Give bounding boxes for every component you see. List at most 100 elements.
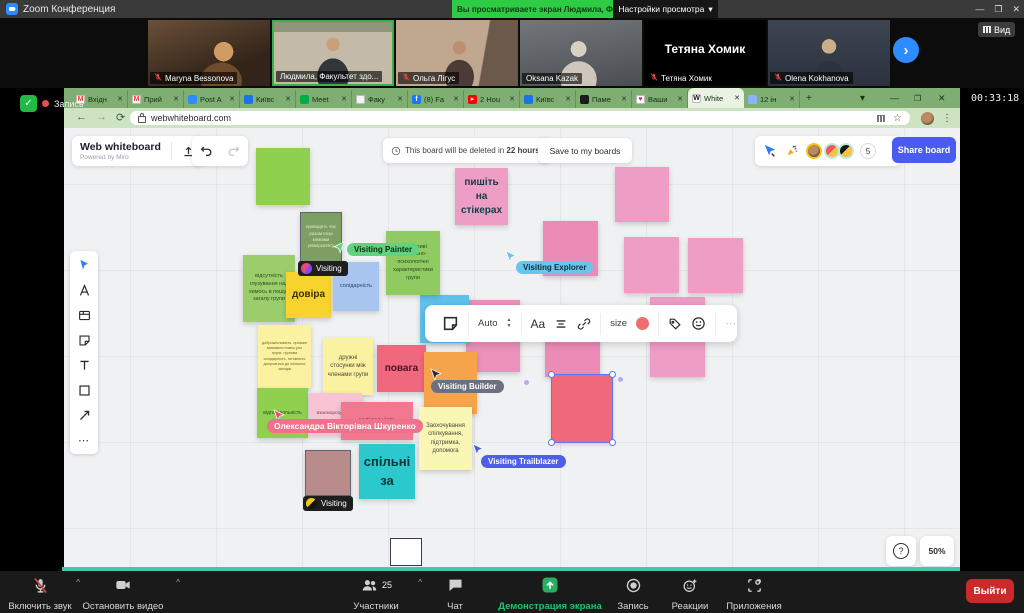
collaborator-avatar[interactable] xyxy=(838,143,854,159)
caret-up-icon[interactable]: ^ xyxy=(176,578,180,587)
help-button[interactable]: ? xyxy=(886,536,916,566)
close-button[interactable]: ✕ xyxy=(1012,4,1020,15)
sticky-note[interactable]: сприятливі соціально-психологічні характ… xyxy=(386,231,440,295)
close-tab-icon[interactable]: ✕ xyxy=(789,95,795,103)
select-tool-icon[interactable] xyxy=(76,257,92,273)
toolbar-stop-video[interactable]: Остановить видео^ xyxy=(66,574,180,612)
toolbar-record[interactable]: Запись xyxy=(606,574,660,612)
sticky-note[interactable]: пишіть на стікерах xyxy=(455,168,508,225)
undo-icon[interactable] xyxy=(198,143,214,159)
back-icon[interactable]: ← xyxy=(76,111,87,123)
celebration-icon[interactable] xyxy=(784,143,800,159)
leave-button[interactable]: Выйти xyxy=(966,579,1014,603)
browser-minimize-button[interactable]: — xyxy=(890,88,899,108)
size-color-control[interactable]: size xyxy=(601,313,659,335)
selection-handle[interactable] xyxy=(609,371,616,378)
close-tab-icon[interactable]: ✕ xyxy=(117,95,123,103)
profile-avatar[interactable] xyxy=(921,112,934,125)
sticky-note[interactable]: повага xyxy=(377,345,426,392)
close-tab-icon[interactable]: ✕ xyxy=(397,95,403,103)
arrow-tool-icon[interactable] xyxy=(76,407,92,423)
browser-tab[interactable]: Паме✕ xyxy=(576,90,632,108)
share-board-button[interactable]: Share board xyxy=(892,137,956,163)
caret-up-icon[interactable]: ^ xyxy=(418,578,422,587)
close-tab-icon[interactable]: ✕ xyxy=(677,95,683,103)
save-to-boards-button[interactable]: Save to my boards xyxy=(538,138,632,163)
bookmark-star-icon[interactable]: ☆ xyxy=(893,113,902,124)
selection-handle[interactable] xyxy=(548,439,555,446)
close-tab-icon[interactable]: ✕ xyxy=(453,95,459,103)
participant-tile[interactable]: Тетяна ХомикТетяна Хомик xyxy=(644,20,766,86)
sticky-note[interactable] xyxy=(688,238,743,293)
browser-tab[interactable]: Київс✕ xyxy=(520,90,576,108)
stepper-icon[interactable]: ▲▼ xyxy=(507,318,512,329)
forward-icon[interactable]: → xyxy=(96,111,107,123)
sticky-note[interactable] xyxy=(256,148,310,205)
link-icon[interactable] xyxy=(577,317,591,331)
browser-restore-button[interactable]: ❐ xyxy=(914,88,921,108)
participant-tile[interactable]: Oksana Kazak xyxy=(520,20,642,86)
toolbar-chat[interactable]: Чат xyxy=(430,574,480,612)
browser-tab[interactable]: ♥Ваши✕ xyxy=(632,90,688,108)
frame-marker[interactable] xyxy=(390,538,422,566)
close-tab-icon[interactable]: ✕ xyxy=(621,95,627,103)
toolbar-share-screen[interactable]: Демонстрация экрана xyxy=(486,574,614,612)
toolbar-apps[interactable]: Приложения xyxy=(720,574,788,612)
sticky-note[interactable]: спільні за xyxy=(359,444,415,499)
browser-tab[interactable]: Post A✕ xyxy=(184,90,240,108)
reload-icon[interactable]: ⟳ xyxy=(116,111,125,124)
sticky-note[interactable] xyxy=(552,375,612,442)
browser-tab[interactable]: MПрий✕ xyxy=(128,90,184,108)
close-tab-icon[interactable]: ✕ xyxy=(734,94,740,102)
tag-icon[interactable] xyxy=(668,317,682,331)
close-tab-icon[interactable]: ✕ xyxy=(509,95,515,103)
next-participants-button[interactable]: › xyxy=(893,37,919,63)
selection-handle[interactable] xyxy=(609,439,616,446)
redo-icon[interactable] xyxy=(226,143,242,159)
close-tab-icon[interactable]: ✕ xyxy=(341,95,347,103)
browser-close-button[interactable]: ✕ xyxy=(938,88,946,108)
sticky-note[interactable]: доброзичливість, приємні взаємини поміж … xyxy=(258,325,311,388)
participant-tile[interactable]: Olena Kokhanova xyxy=(768,20,890,86)
sticky-note[interactable]: дружні стосунки між членами групи xyxy=(323,338,373,395)
new-tab-button[interactable]: + xyxy=(806,88,812,108)
close-tab-icon[interactable]: ✕ xyxy=(565,95,571,103)
font-size-control[interactable]: Auto ▲▼ xyxy=(469,313,522,335)
collaborator-avatar[interactable] xyxy=(806,143,822,159)
frames-tool-icon[interactable] xyxy=(76,307,92,323)
sticky-note[interactable]: довіра xyxy=(286,272,331,318)
sticky-type-button[interactable] xyxy=(433,313,469,335)
browser-tab[interactable]: f(8) Fa✕ xyxy=(408,90,464,108)
toolbar-reactions[interactable]: Реакции xyxy=(662,574,718,612)
restore-button[interactable]: ❐ xyxy=(994,4,1002,15)
sticky-note[interactable] xyxy=(624,237,679,293)
close-tab-icon[interactable]: ✕ xyxy=(229,95,235,103)
browser-tab[interactable]: ▸2 Hou✕ xyxy=(464,90,520,108)
selection-handle[interactable] xyxy=(548,371,555,378)
sticky-note-tool-icon[interactable] xyxy=(76,332,92,348)
minimize-button[interactable]: — xyxy=(975,4,984,14)
browser-tab[interactable]: Meet✕ xyxy=(296,90,352,108)
whiteboard[interactable]: пишіть на стікерахпроводять час разом по… xyxy=(64,128,960,567)
participant-tile[interactable]: Maryna Bessonova xyxy=(148,20,270,86)
text-tool-icon[interactable] xyxy=(76,357,92,373)
close-tab-icon[interactable]: ✕ xyxy=(173,95,179,103)
browser-tab[interactable]: 12 ін✕ xyxy=(744,90,800,108)
browser-tab[interactable]: WWhite✕ xyxy=(688,88,744,108)
close-tab-icon[interactable]: ✕ xyxy=(285,95,291,103)
sticky-note[interactable] xyxy=(305,450,351,496)
view-mode-button[interactable]: Вид xyxy=(978,22,1015,37)
follow-cursor-icon[interactable] xyxy=(762,143,778,159)
zoom-level-button[interactable]: 50% xyxy=(920,536,954,566)
collaborators-count[interactable]: 5 xyxy=(860,143,876,159)
emoji-icon[interactable] xyxy=(691,316,706,331)
shapes-tool-icon[interactable] xyxy=(76,382,92,398)
tab-groups-icon[interactable] xyxy=(877,115,885,122)
more-options-icon[interactable]: ⋯ xyxy=(716,313,746,335)
participant-tile[interactable]: Ольга Лігус xyxy=(396,20,518,86)
kebab-menu-icon[interactable]: ⋮ xyxy=(942,113,952,124)
url-bar[interactable]: webwhiteboard.com ☆ xyxy=(130,111,910,125)
color-swatch[interactable] xyxy=(636,317,649,330)
align-icon[interactable] xyxy=(554,317,568,331)
toolbar-participants[interactable]: 25Участники^ xyxy=(330,574,422,612)
